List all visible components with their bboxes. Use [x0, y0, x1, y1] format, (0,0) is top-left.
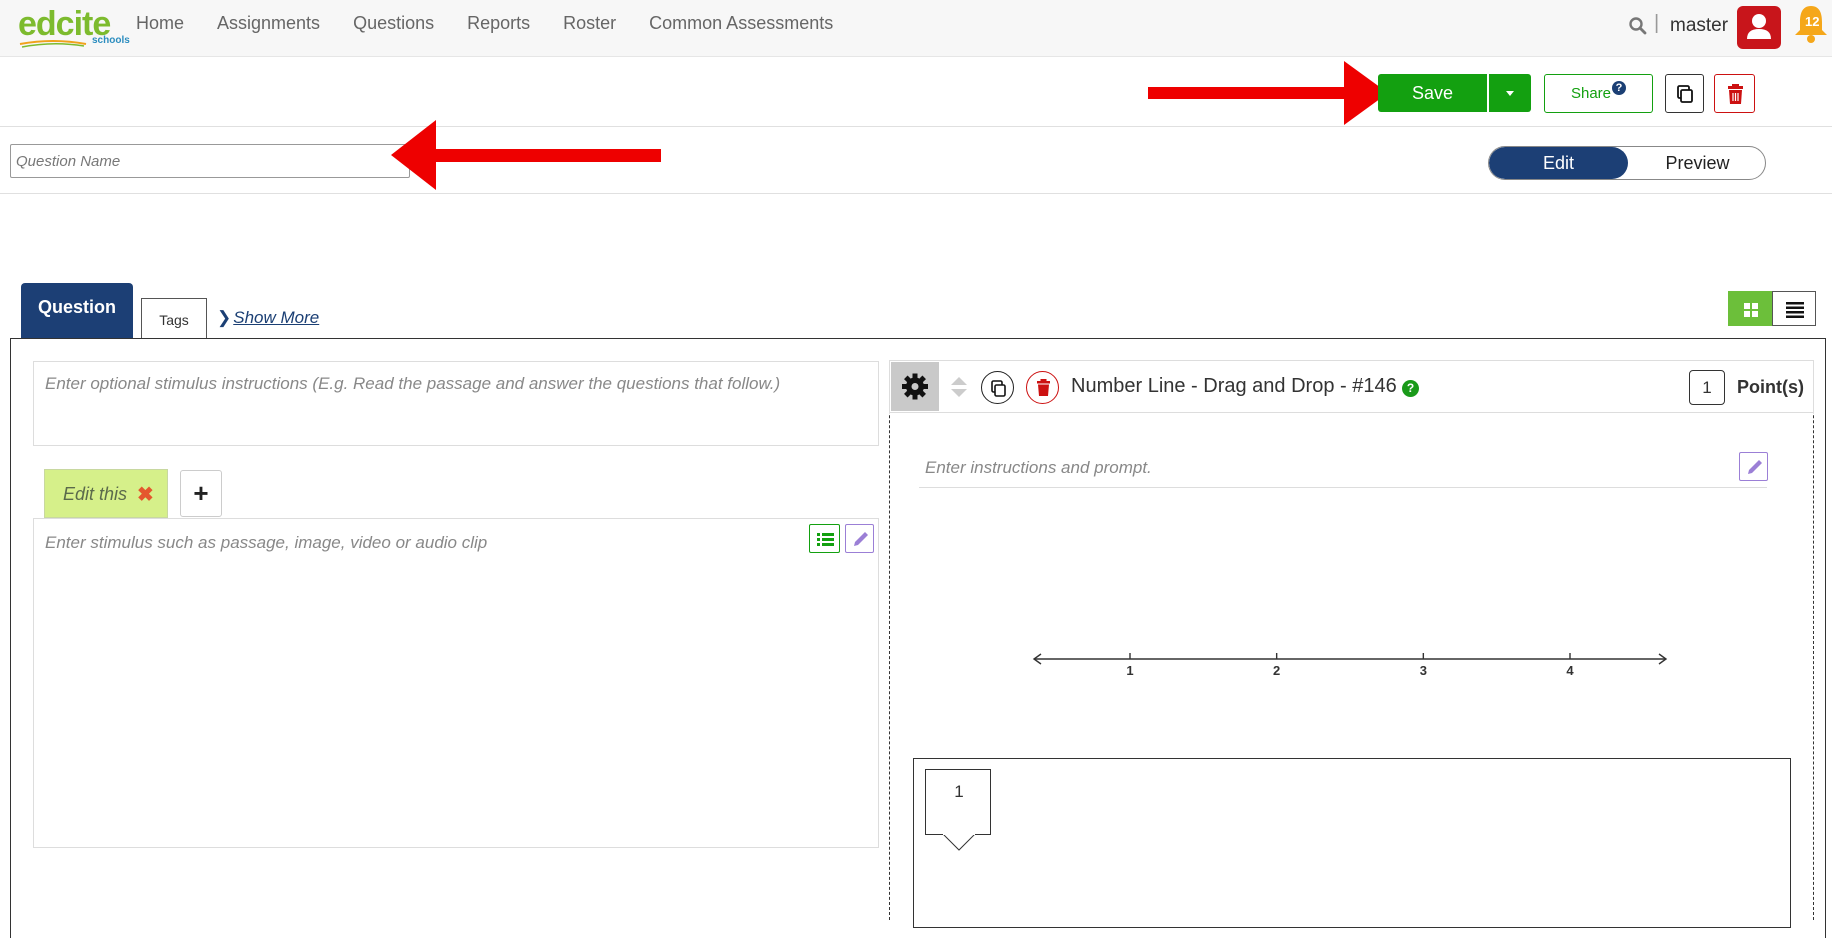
draggable-item-label: 1 — [954, 782, 964, 801]
annotation-arrow-left — [391, 120, 661, 190]
nav-questions[interactable]: Questions — [353, 13, 434, 34]
stimulus-body-placeholder: Enter stimulus such as passage, image, v… — [45, 533, 488, 552]
chevron-right-icon: ❯ — [217, 308, 232, 327]
username[interactable]: master — [1670, 15, 1728, 37]
avatar[interactable] — [1737, 6, 1781, 49]
tab-tags[interactable]: Tags — [141, 298, 207, 338]
list-icon — [817, 533, 834, 546]
stimulus-body-field[interactable]: Enter stimulus such as passage, image, v… — [33, 518, 879, 848]
stimulus-instructions-field[interactable]: Enter optional stimulus instructions (E.… — [33, 361, 879, 446]
stimulus-edit-button[interactable] — [845, 524, 874, 553]
prompt-placeholder: Enter instructions and prompt. — [925, 458, 1152, 477]
save-button[interactable]: Save — [1378, 74, 1487, 112]
points-label: Point(s) — [1737, 377, 1804, 397]
user-icon — [1747, 14, 1771, 39]
share-button[interactable]: Share? — [1544, 74, 1653, 113]
stimulus-tab-edit-this[interactable]: Edit this ✖ — [44, 469, 168, 518]
question-name-input[interactable] — [10, 144, 410, 178]
tab-question[interactable]: Question — [21, 283, 133, 338]
duplicate-item-button[interactable] — [981, 371, 1014, 404]
edcite-logo[interactable]: edcite schools — [18, 5, 130, 49]
nav-roster[interactable]: Roster — [563, 13, 616, 34]
preview-mode-button[interactable]: Preview — [1628, 147, 1765, 179]
caret-down-icon — [1506, 91, 1514, 96]
delete-button[interactable] — [1714, 74, 1755, 113]
trash-icon — [1037, 379, 1050, 396]
save-dropdown-button[interactable] — [1489, 74, 1531, 112]
nav-common-assessments[interactable]: Common Assessments — [649, 13, 833, 34]
annotation-arrow-right — [1148, 61, 1388, 125]
close-icon[interactable]: ✖ — [137, 482, 154, 507]
nav-separator: | — [1654, 12, 1660, 34]
share-label: Share — [1570, 85, 1612, 102]
tile-pointer-icon — [942, 834, 976, 851]
points-input[interactable]: 1 — [1689, 370, 1725, 405]
edit-preview-toggle: Edit Preview — [1488, 146, 1766, 180]
edit-mode-button[interactable]: Edit — [1489, 147, 1628, 179]
reorder-icon[interactable] — [948, 375, 970, 399]
show-more-label: Show More — [233, 308, 320, 327]
pencil-icon — [854, 532, 868, 546]
help-icon[interactable]: ? — [1402, 380, 1419, 397]
number-line-tick-label: 4 — [1566, 663, 1574, 678]
stimulus-list-button[interactable] — [809, 524, 840, 553]
show-more-link[interactable]: ❯ Show More — [217, 308, 319, 328]
question-item-title: Number Line - Drag and Drop - #146 — [1071, 375, 1397, 397]
help-icon: ? — [1612, 81, 1627, 95]
number-line-tick-label: 1 — [1126, 663, 1133, 678]
list-layout-button[interactable] — [1772, 291, 1816, 326]
logo-subtext: schools — [92, 35, 130, 46]
number-line-tick-label: 3 — [1420, 663, 1427, 678]
number-line-tick-label: 2 — [1273, 663, 1280, 678]
number-line: 1 2 3 4 — [1032, 653, 1668, 678]
list-icon — [1786, 302, 1804, 318]
draggable-item[interactable]: 1 — [925, 769, 991, 835]
nav-reports[interactable]: Reports — [467, 13, 530, 34]
stimulus-tab-label: Edit this — [63, 484, 128, 504]
notification-count: 12 — [1805, 14, 1820, 29]
copy-icon — [1677, 85, 1693, 103]
search-icon[interactable] — [1628, 16, 1648, 36]
drag-items-bank — [913, 758, 1791, 928]
grid-icon — [1744, 303, 1758, 317]
stimulus-instructions-placeholder: Enter optional stimulus instructions (E.… — [45, 374, 781, 393]
prompt-field[interactable]: Enter instructions and prompt. — [919, 452, 1767, 488]
gear-icon — [902, 373, 928, 400]
nav-home[interactable]: Home — [136, 13, 184, 34]
nav-assignments[interactable]: Assignments — [217, 13, 320, 34]
prompt-edit-button[interactable] — [1739, 452, 1768, 481]
main-nav: Home Assignments Questions Reports Roste… — [136, 0, 866, 46]
duplicate-button[interactable] — [1665, 74, 1704, 113]
add-stimulus-tab-button[interactable]: + — [180, 470, 222, 517]
delete-item-button[interactable] — [1026, 371, 1059, 404]
item-settings-button[interactable] — [891, 362, 939, 411]
logo-swoosh-icon — [19, 40, 87, 48]
pencil-icon — [1748, 460, 1762, 474]
top-navbar: edcite schools Home Assignments Question… — [0, 0, 1832, 57]
copy-icon — [991, 380, 1006, 397]
trash-icon — [1728, 84, 1743, 104]
grid-layout-button[interactable] — [1728, 291, 1772, 326]
